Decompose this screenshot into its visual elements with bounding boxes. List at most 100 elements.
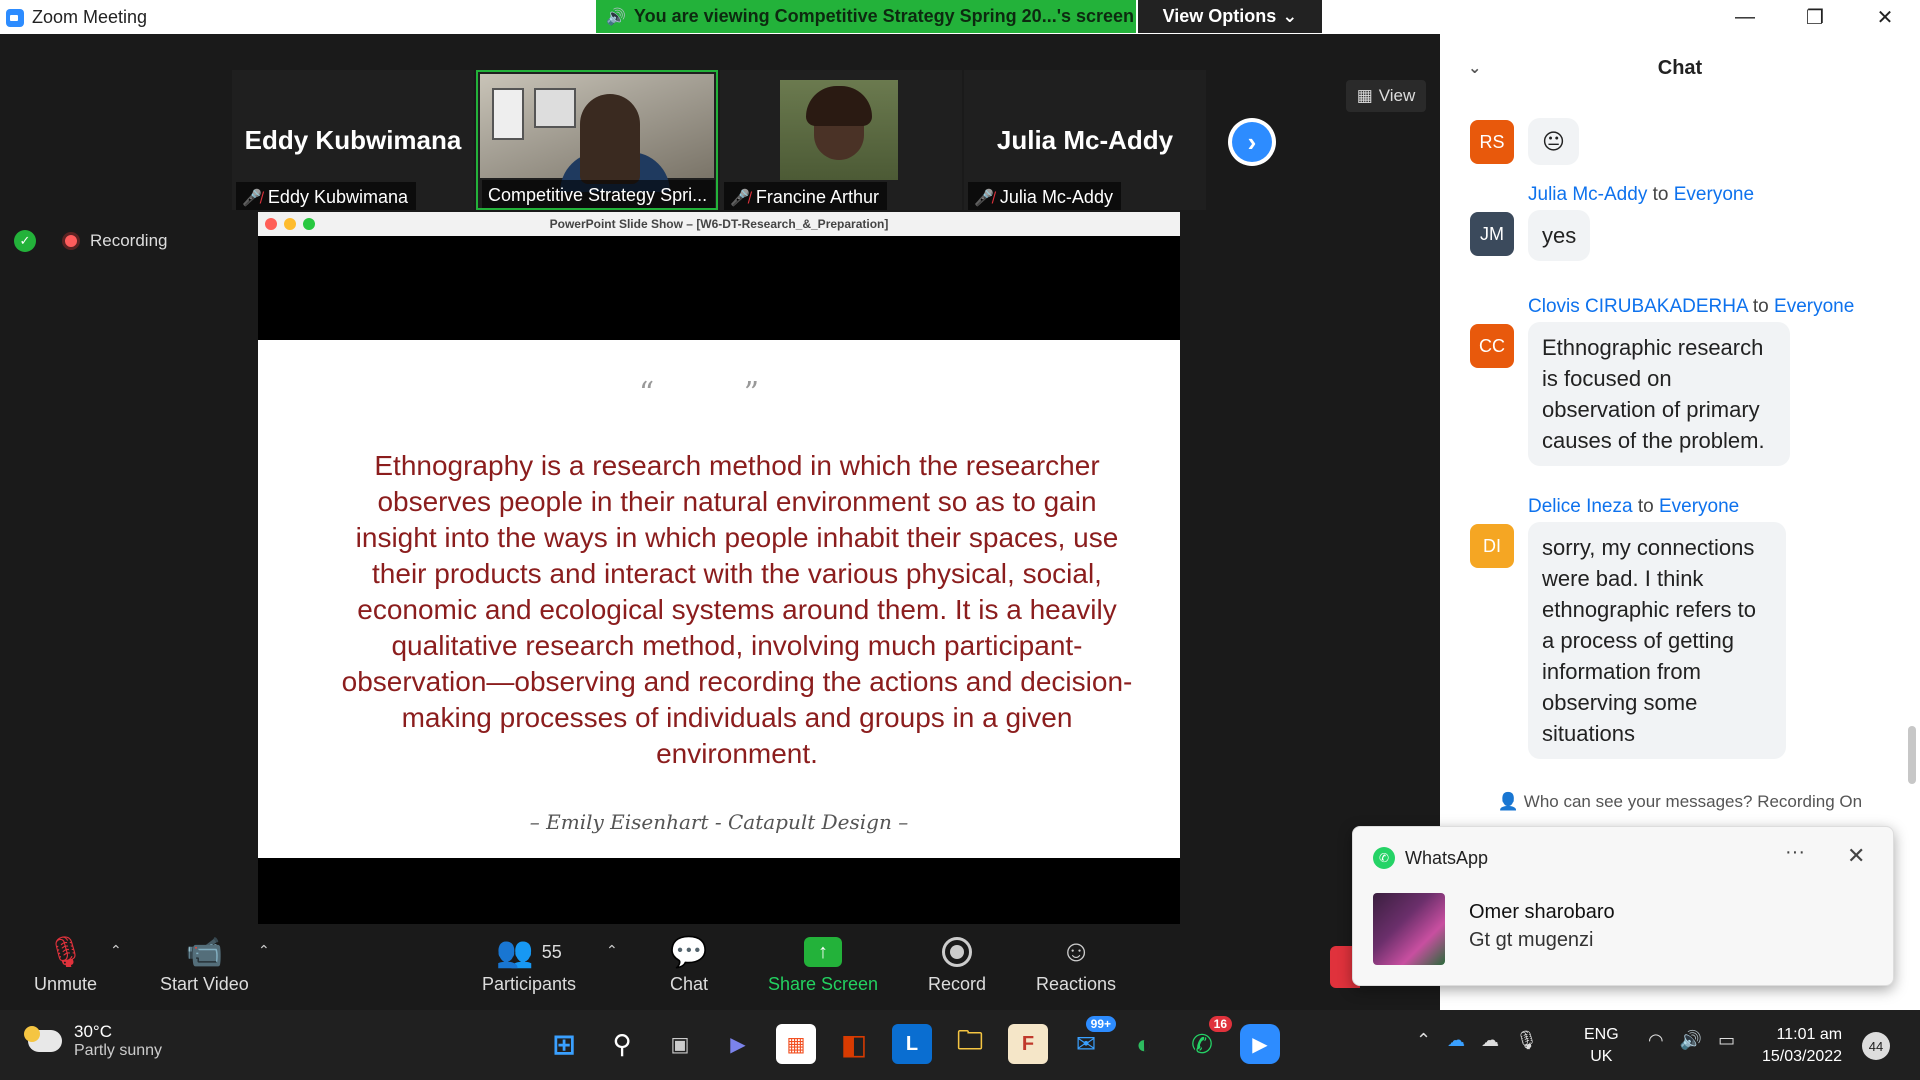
notification-thumbnail <box>1373 893 1445 965</box>
taskbar-apps: ⊞ ⚲ ▣ ▶ ▦ ◧ L 🗀 F ✉ 99+ ◐ ✆ 16 ▶ <box>544 1016 1280 1064</box>
participant-video <box>480 74 714 192</box>
clock[interactable]: 11:01 am 15/03/2022 <box>1762 1024 1842 1068</box>
search-icon[interactable]: ⚲ <box>602 1024 642 1064</box>
record-button[interactable]: Record <box>928 930 986 995</box>
office-icon[interactable]: ◧ <box>834 1024 874 1064</box>
wall-poster <box>534 88 576 128</box>
reactions-button[interactable]: ☺ Reactions <box>1036 930 1116 995</box>
zoom-icon[interactable]: ▶ <box>1240 1024 1280 1064</box>
chat-sender[interactable]: Delice Ineza <box>1528 496 1633 517</box>
wifi-icon[interactable]: ◠ <box>1648 1030 1664 1051</box>
mail-icon[interactable]: ✉ 99+ <box>1066 1016 1116 1064</box>
windows-start-icon[interactable]: ⊞ <box>544 1024 584 1064</box>
f-app-icon[interactable]: F <box>1008 1024 1048 1064</box>
chevron-down-icon[interactable]: ⌄ <box>1468 58 1481 78</box>
task-view-icon[interactable]: ▣ <box>660 1024 700 1064</box>
recording-indicator[interactable]: Recording <box>62 231 168 251</box>
chevron-up-icon[interactable]: ⌃ <box>1416 1030 1431 1051</box>
chat-scrollbar[interactable] <box>1908 726 1916 784</box>
video-person-head <box>580 94 640 184</box>
chat-recipient[interactable]: Everyone <box>1774 296 1854 317</box>
weather-widget[interactable]: 30°C Partly sunny <box>24 1022 162 1060</box>
participant-tile[interactable]: Eddy Kubwimana 🎤̸ Eddy Kubwimana <box>232 70 474 210</box>
weather-temp: 30°C <box>74 1022 112 1041</box>
microphone-icon[interactable]: 🎙 <box>1515 1030 1538 1051</box>
participants-button[interactable]: 👥 55 Participants <box>482 930 576 995</box>
share-icon-wrap: ↑ <box>804 930 843 974</box>
avatar-initials: CC <box>1479 335 1505 356</box>
share-banner: 🔊 You are viewing Competitive Strategy S… <box>596 0 1136 33</box>
chevron-up-icon[interactable]: ⌃ <box>110 942 122 959</box>
shared-screen: PowerPoint Slide Show – [W6-DT-Research_… <box>258 212 1180 962</box>
chat-recipient[interactable]: Everyone <box>1659 496 1739 517</box>
avatar: JM <box>1470 212 1514 256</box>
video-off-icon: 📹 <box>185 935 224 969</box>
close-button[interactable]: ✕ <box>1850 0 1920 34</box>
meeting-status: ✓ Recording <box>14 230 168 252</box>
store-icon[interactable]: ▦ <box>776 1024 816 1064</box>
share-banner-text: You are viewing Competitive Strategy Spr… <box>633 6 1135 26</box>
whatsapp-icon[interactable]: ✆ 16 <box>1182 1016 1232 1064</box>
chat-footer-text: Who can see your messages? Recording On <box>1523 792 1863 811</box>
chat-sender[interactable]: Julia Mc-Addy <box>1528 184 1647 205</box>
chat-button[interactable]: 💬 Chat <box>670 930 708 995</box>
record-icon <box>942 937 973 967</box>
quote-marks: “ ” <box>638 376 800 411</box>
zoom-logo-icon <box>6 9 24 27</box>
participant-display-name: Eddy Kubwimana <box>244 125 462 155</box>
photo-hair <box>806 86 872 126</box>
close-icon[interactable]: ✕ <box>1847 843 1865 869</box>
chat-sender-line: Delice Ineza to Everyone <box>1528 496 1739 518</box>
l-app-icon[interactable]: L <box>892 1024 932 1064</box>
more-options-icon[interactable]: ··· <box>1785 841 1805 864</box>
view-button-label: View <box>1378 86 1416 105</box>
chat-bubble: Ethnographic research is focused on obse… <box>1528 322 1790 466</box>
chat-to-word: to <box>1652 184 1669 205</box>
battery-icon[interactable]: ▭ <box>1718 1030 1735 1051</box>
share-screen-button[interactable]: ↑ Share Screen <box>768 930 878 995</box>
view-options-label: View Options <box>1162 6 1277 26</box>
slideshow-title: PowerPoint Slide Show – [W6-DT-Research_… <box>549 217 889 231</box>
share-arrow-icon: ↑ <box>804 937 843 967</box>
chat-sender[interactable]: Clovis CIRUBAKADERHA <box>1528 296 1748 317</box>
whatsapp-notification[interactable]: ✆ WhatsApp ··· ✕ Omer sharobaro Gt gt mu… <box>1352 826 1894 986</box>
view-options-button[interactable]: View Options ⌄ <box>1138 0 1322 33</box>
participant-tile-active-speaker[interactable]: Competitive Strategy Spri... <box>476 70 718 210</box>
window-controls: — ❐ ✕ <box>1440 0 1920 34</box>
whatsapp-badge: 16 <box>1208 1016 1232 1032</box>
cloud-icon[interactable]: ☁ <box>1481 1030 1499 1051</box>
mic-muted-icon: 🎤̸ <box>974 189 994 207</box>
participants-label: Participants <box>482 974 577 994</box>
avatar: RS <box>1470 120 1514 164</box>
participant-tile[interactable]: Julia Mc-Addy 🎤̸ Julia Mc-Addy <box>964 70 1206 210</box>
maximize-button[interactable]: ❐ <box>1780 0 1850 34</box>
notification-center-badge[interactable]: 44 <box>1862 1032 1890 1060</box>
chat-recipient[interactable]: Everyone <box>1674 184 1754 205</box>
meeting-stage: Eddy Kubwimana 🎤̸ Eddy Kubwimana Competi… <box>0 34 1440 962</box>
recording-label: Recording <box>90 231 168 250</box>
chevron-up-icon[interactable]: ⌃ <box>258 942 270 959</box>
status-icons: ◠ 🔊 ▭ <box>1648 1030 1735 1051</box>
slideshow-titlebar: PowerPoint Slide Show – [W6-DT-Research_… <box>258 212 1180 236</box>
onedrive-icon[interactable]: ☁ <box>1447 1030 1465 1051</box>
view-button[interactable]: ▦ View <box>1346 80 1426 112</box>
shield-icon[interactable]: ✓ <box>14 230 36 252</box>
language-indicator[interactable]: ENG UK <box>1584 1024 1619 1068</box>
participant-tile[interactable]: 🎤̸ Francine Arthur <box>720 70 962 210</box>
window-title: Zoom Meeting <box>32 7 148 27</box>
chevron-up-icon[interactable]: ⌃ <box>606 942 618 959</box>
unmute-label: Unmute <box>34 974 98 994</box>
reactions-label: Reactions <box>1036 974 1117 994</box>
edge-icon[interactable]: ◐ <box>1124 1024 1164 1064</box>
start-video-button[interactable]: 📹 Start Video <box>160 930 249 995</box>
weather-text: 30°C Partly sunny <box>74 1022 162 1060</box>
next-page-button[interactable]: › <box>1228 118 1276 166</box>
file-explorer-icon[interactable]: 🗀 <box>950 1024 990 1064</box>
volume-icon[interactable]: 🔊 <box>1680 1030 1702 1051</box>
minimize-button[interactable]: — <box>1710 0 1780 34</box>
chat-bubble: 😐 <box>1528 118 1579 165</box>
unmute-button[interactable]: 🎙 Unmute <box>34 930 97 995</box>
wall-poster <box>492 88 524 140</box>
chat-privacy-notice[interactable]: 👤 Who can see your messages? Recording O… <box>1440 792 1920 822</box>
teams-chat-icon[interactable]: ▶ <box>718 1024 758 1064</box>
